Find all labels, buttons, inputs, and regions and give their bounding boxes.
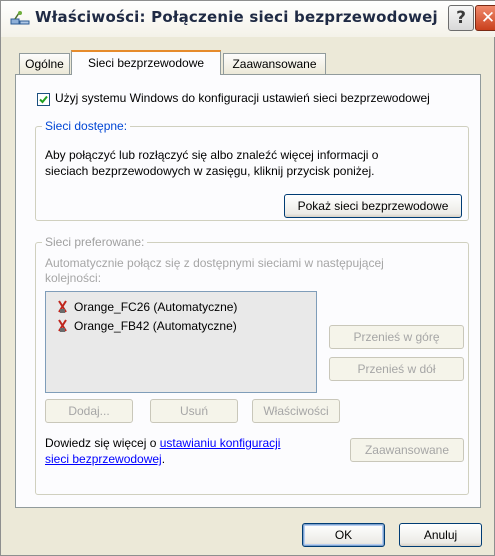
available-networks-legend: Sieci dostępne: xyxy=(42,119,131,133)
remove-button[interactable]: Usuń xyxy=(150,399,238,423)
show-wireless-networks-button[interactable]: Pokaż sieci bezprzewodowe xyxy=(284,194,462,218)
dialog-title: Właściwości: Połączenie sieci bezprzewod… xyxy=(35,8,438,26)
close-icon: ✕ xyxy=(480,8,495,28)
wireless-network-icon xyxy=(56,319,69,333)
properties-button[interactable]: Właściwości xyxy=(252,399,340,423)
config-link-line1[interactable]: ustawianiu konfiguracji xyxy=(160,436,281,450)
network-connection-icon xyxy=(10,10,30,26)
learn-more-suffix: . xyxy=(161,452,166,466)
use-windows-config-checkbox[interactable] xyxy=(37,93,50,106)
wireless-network-icon xyxy=(56,300,69,314)
use-windows-config-label[interactable]: Użyj systemu Windows do konfiguracji ust… xyxy=(55,91,430,105)
help-icon: ? xyxy=(456,8,466,28)
preferred-networks-list[interactable]: Orange_FC26 (Automatyczne) Orange_FB42 (… xyxy=(45,291,317,393)
tab-general[interactable]: Ogólne xyxy=(19,53,70,74)
close-button[interactable]: ✕ xyxy=(475,5,495,31)
learn-more-text: Dowiedz się więcej o ustawianiu konfigur… xyxy=(45,436,280,451)
add-button[interactable]: Dodaj... xyxy=(45,399,133,423)
tab-advanced[interactable]: Zaawansowane xyxy=(223,53,326,74)
ok-button[interactable]: OK xyxy=(302,523,385,547)
available-desc-line2: sieciach bezprzewodowych w zasięgu, klik… xyxy=(45,164,375,178)
move-up-button[interactable]: Przenieś w górę xyxy=(329,325,464,349)
tab-wireless-networks[interactable]: Sieci bezprzewodowe xyxy=(71,50,221,75)
help-button[interactable]: ? xyxy=(448,5,474,31)
move-down-button[interactable]: Przenieś w dół xyxy=(329,357,464,381)
title-bar[interactable]: Właściwości: Połączenie sieci bezprzewod… xyxy=(1,1,495,37)
cancel-button[interactable]: Anuluj xyxy=(399,523,482,547)
available-desc-line1: Aby połączyć lub rozłączyć się albo znal… xyxy=(45,148,379,162)
learn-more-text-line2: sieci bezprzewodowej. xyxy=(45,452,165,467)
properties-dialog: Właściwości: Połączenie sieci bezprzewod… xyxy=(0,0,495,556)
network-name: Orange_FC26 (Automatyczne) xyxy=(74,300,238,314)
learn-more-prefix: Dowiedz się więcej o xyxy=(45,436,160,450)
checkmark-icon xyxy=(39,95,48,104)
advanced-button[interactable]: Zaawansowane xyxy=(350,438,464,462)
preferred-desc-line1: Automatycznie połącz się z dostępnymi si… xyxy=(45,256,384,270)
preferred-networks-legend: Sieci preferowane: xyxy=(42,235,148,249)
preferred-desc-line2: kolejności: xyxy=(45,271,102,285)
config-link-line2[interactable]: sieci bezprzewodowej xyxy=(45,452,162,466)
network-name: Orange_FB42 (Automatyczne) xyxy=(74,319,237,333)
